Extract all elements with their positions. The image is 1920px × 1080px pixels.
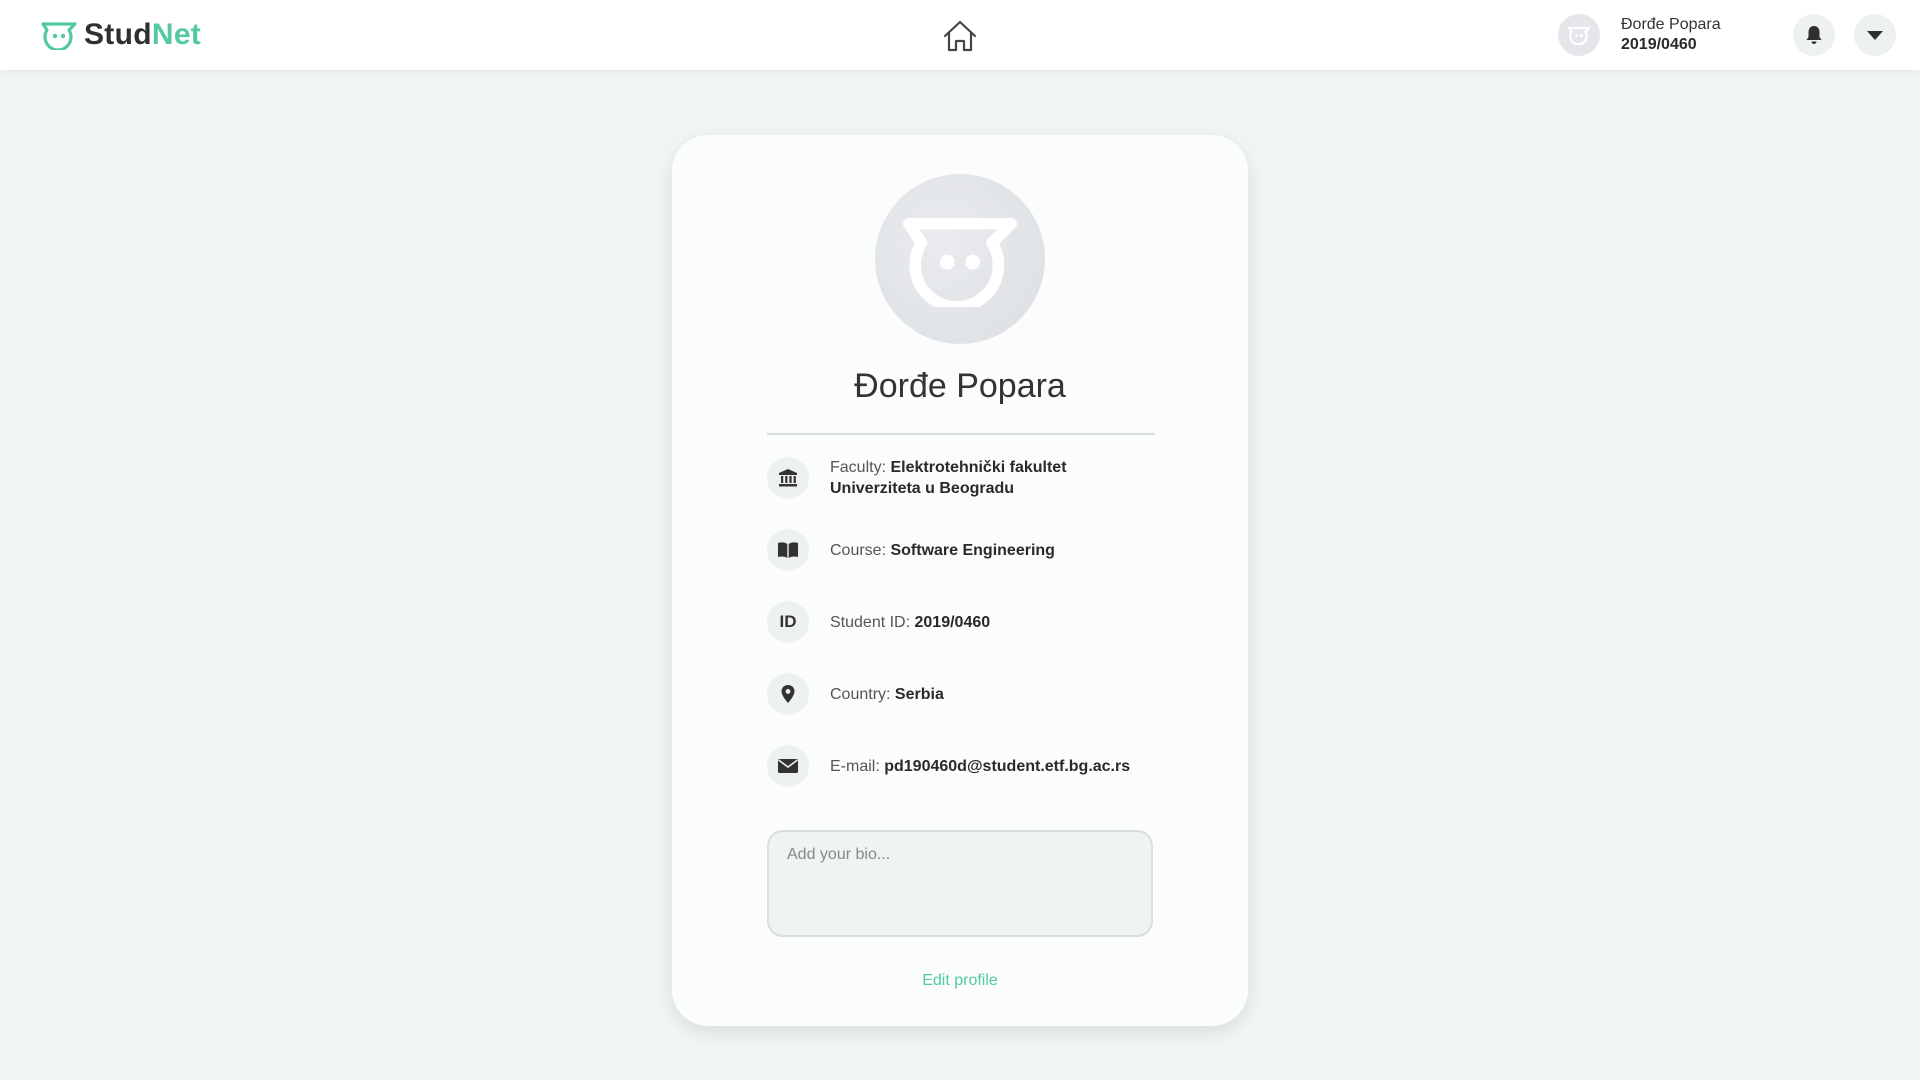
course-value: Software Engineering	[890, 541, 1055, 559]
top-navigation-bar: StudNet Đorđe Popara 2019/0460	[0, 0, 1920, 70]
envelope-icon	[778, 759, 798, 773]
studnet-logo-icon	[41, 22, 77, 50]
course-label: Course:	[830, 541, 891, 559]
faculty-value-line2: Univerziteta u Beogradu	[830, 480, 1015, 497]
faculty-value-line1: Elektrotehnički fakultet	[890, 459, 1067, 476]
profile-name: Đorđe Popara	[854, 367, 1066, 405]
user-meta: Đorđe Popara 2019/0460	[1621, 15, 1721, 55]
user-menu[interactable]: Đorđe Popara 2019/0460	[1558, 14, 1721, 56]
country-value: Serbia	[894, 685, 944, 703]
profile-avatar	[875, 174, 1045, 344]
info-row-email: E-mail: pd190460d@student.etf.bg.ac.rs	[767, 745, 1130, 787]
user-name: Đorđe Popara	[1621, 16, 1721, 33]
country-label: Country:	[830, 685, 895, 703]
account-dropdown-button[interactable]	[1854, 14, 1896, 56]
email-value: pd190460d@student.etf.bg.ac.rs	[884, 757, 1131, 775]
studnet-logo[interactable]: StudNet	[40, 18, 201, 52]
logo-wordmark: StudNet	[84, 18, 202, 51]
bio-textarea[interactable]	[767, 830, 1153, 937]
student-id-text: Student ID: 2019/0460	[830, 612, 990, 633]
info-icon-circle	[767, 529, 809, 571]
book-icon	[778, 542, 798, 558]
avatar-logo-icon	[903, 218, 1017, 307]
info-row-faculty: Faculty: Elektrotehnički fakultet Univer…	[767, 457, 1067, 499]
student-id-label: Student ID:	[830, 613, 915, 631]
info-icon-circle	[767, 457, 809, 499]
bell-icon	[1806, 26, 1822, 44]
course-text: Course: Software Engineering	[830, 540, 1055, 561]
home-button[interactable]	[940, 17, 980, 55]
email-text: E-mail: pd190460d@student.etf.bg.ac.rs	[830, 756, 1130, 777]
map-pin-icon	[781, 685, 795, 703]
faculty-text: Faculty: Elektrotehnički fakultet Univer…	[830, 457, 1067, 499]
edit-profile-link[interactable]: Edit profile	[672, 972, 1248, 990]
divider	[767, 433, 1155, 435]
id-icon-text: ID	[779, 612, 797, 631]
user-avatar[interactable]	[1558, 14, 1600, 56]
bank-icon	[779, 469, 797, 487]
student-id-value: 2019/0460	[914, 613, 991, 631]
info-row-student-id: ID Student ID: 2019/0460	[767, 601, 990, 643]
home-icon	[943, 20, 977, 52]
email-label: E-mail:	[830, 757, 885, 775]
id-icon: ID	[767, 601, 809, 643]
info-icon-circle	[767, 745, 809, 787]
avatar-logo-icon	[1567, 26, 1591, 45]
info-row-country: Country: Serbia	[767, 673, 944, 715]
caret-down-icon	[1867, 31, 1883, 40]
country-text: Country: Serbia	[830, 684, 944, 705]
profile-card: Đorđe Popara Faculty: Elektrotehnički fa…	[672, 135, 1248, 1026]
info-row-course: Course: Software Engineering	[767, 529, 1055, 571]
faculty-label: Faculty:	[830, 459, 891, 476]
user-student-id: 2019/0460	[1621, 36, 1697, 53]
notifications-button[interactable]	[1793, 14, 1835, 56]
info-icon-circle	[767, 673, 809, 715]
